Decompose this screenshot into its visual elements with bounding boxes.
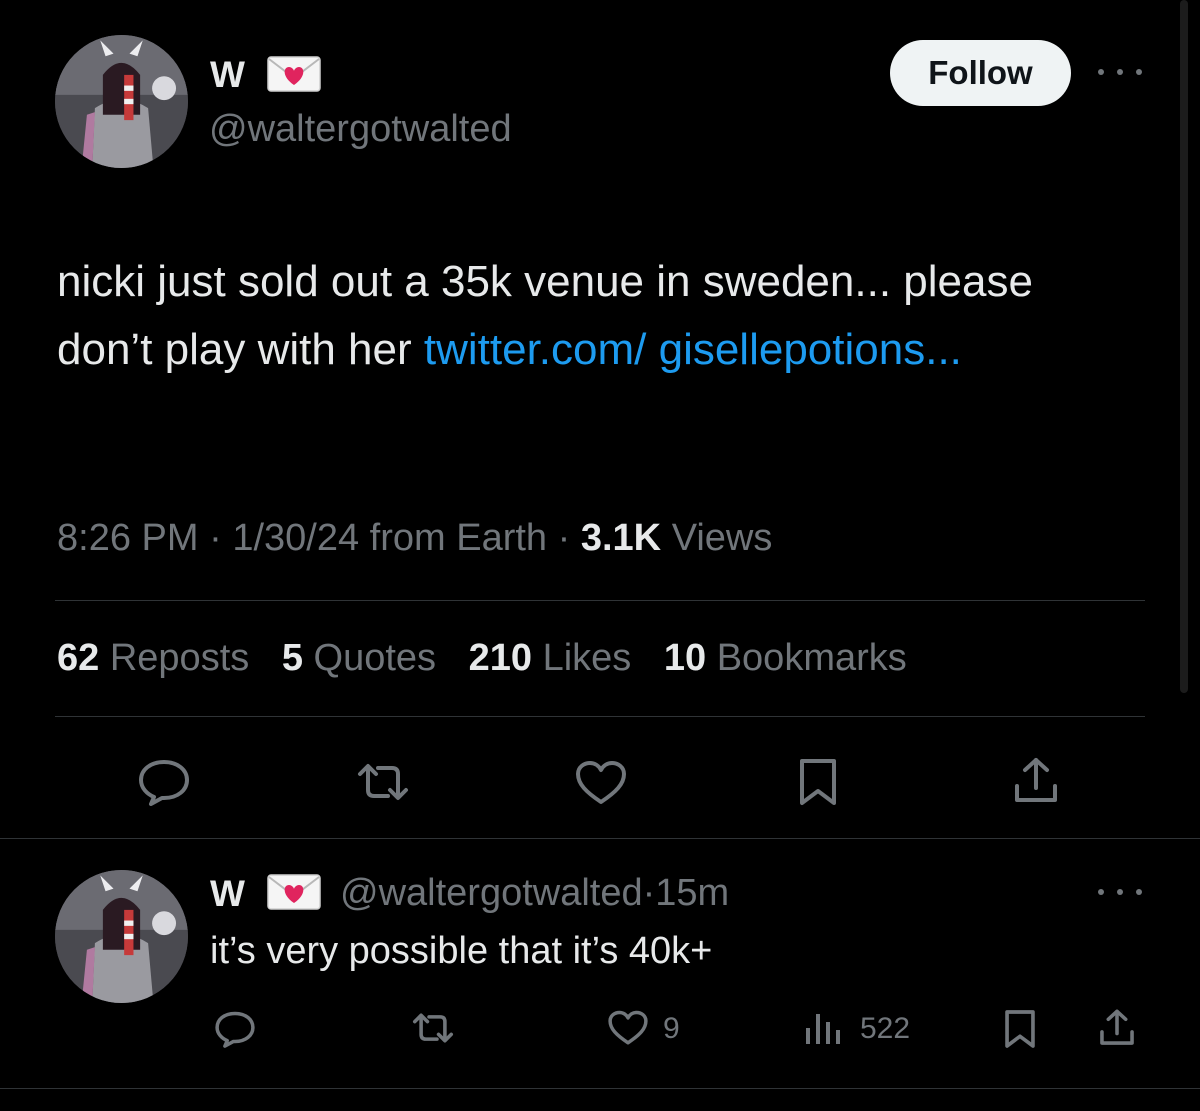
meta-separator: · (557, 517, 581, 559)
reply-likes-count: 9 (663, 1012, 680, 1045)
quotes-stat[interactable]: 5 Quotes (282, 637, 436, 679)
reply-icon[interactable] (214, 1010, 256, 1048)
share-icon[interactable] (1098, 1008, 1136, 1048)
bookmark-icon[interactable] (1003, 1008, 1037, 1050)
handle[interactable]: @waltergotwalted (209, 110, 512, 148)
reply-handle: @waltergotwalted·15m (340, 874, 729, 912)
reply-icon[interactable] (137, 758, 191, 806)
meta-separator: · (209, 517, 233, 559)
tweet-source: from Earth (369, 517, 548, 559)
tweet-date[interactable]: 1/30/24 (232, 517, 359, 559)
tweet-meta: 8:26 PM · 1/30/24 from Earth · 3.1K View… (57, 517, 772, 560)
more-options-icon[interactable] (1098, 62, 1142, 82)
tweet-text: nicki just sold out a 35k venue in swede… (57, 248, 1137, 384)
repost-icon[interactable] (410, 1012, 456, 1044)
share-icon[interactable] (1012, 756, 1060, 806)
envelope-with-heart-icon (267, 56, 321, 92)
divider (0, 838, 1200, 839)
display-name[interactable]: W (210, 56, 245, 93)
likes-stat[interactable]: 210 Likes (469, 637, 632, 679)
avatar[interactable] (55, 35, 188, 168)
reply-views-count: 522 (860, 1012, 911, 1045)
follow-button[interactable]: Follow (890, 40, 1071, 106)
bookmarks-stat[interactable]: 10 Bookmarks (664, 637, 907, 679)
avatar-photo (55, 870, 188, 1003)
engagement-stats: 62 Reposts 5 Quotes 210 Likes 10 Bookmar… (57, 637, 929, 680)
tweet-time[interactable]: 8:26 PM (57, 517, 199, 559)
like-icon[interactable] (574, 760, 628, 806)
reply-more-options-icon[interactable] (1098, 882, 1142, 902)
tweet-link[interactable]: twitter.com/ gisellepotions... (424, 325, 962, 374)
reply-text: it’s very possible that it’s 40k+ (210, 930, 713, 972)
divider (55, 600, 1145, 601)
bookmark-icon[interactable] (797, 757, 839, 807)
views-count: 3.1K (580, 517, 662, 559)
views-icon[interactable] (804, 1010, 844, 1046)
reply-avatar[interactable] (55, 870, 188, 1003)
repost-icon[interactable] (354, 762, 412, 802)
reply-handle-text[interactable]: @waltergotwalted (340, 872, 643, 914)
envelope-with-heart-icon (267, 874, 321, 910)
divider (0, 1088, 1200, 1089)
reposts-stat[interactable]: 62 Reposts (57, 637, 249, 679)
divider (55, 716, 1145, 717)
reply-display-name[interactable]: W (210, 875, 245, 912)
scrollbar[interactable] (1180, 0, 1188, 693)
reply-separator: · (642, 872, 656, 914)
avatar-photo (55, 35, 188, 168)
reply-time[interactable]: 15m (655, 872, 729, 914)
like-icon[interactable] (607, 1010, 649, 1046)
views-label: Views (671, 517, 773, 559)
